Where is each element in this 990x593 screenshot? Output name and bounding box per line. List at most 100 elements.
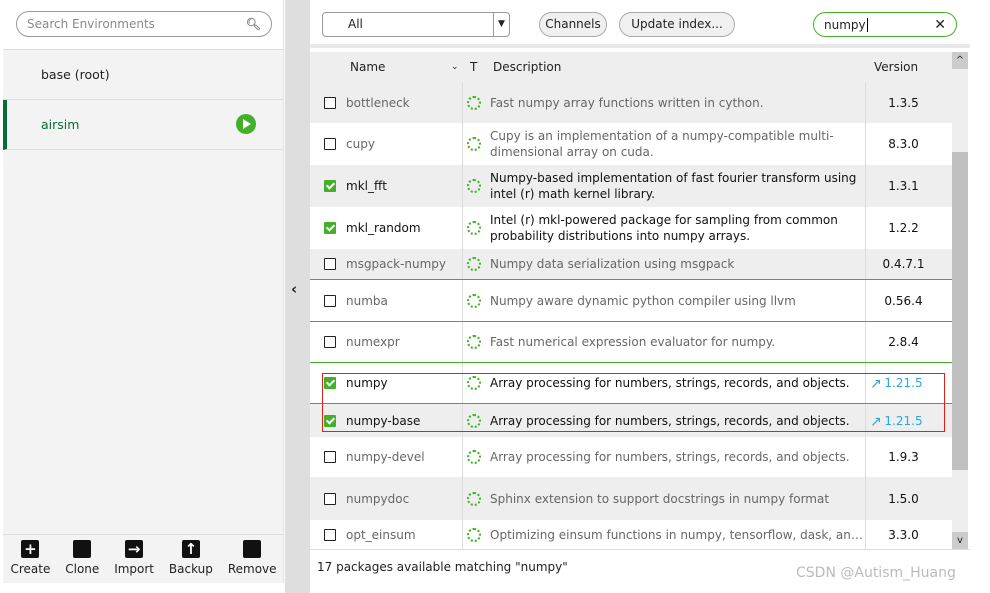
package-version: 2.8.4 xyxy=(888,335,919,349)
package-version: 3.3.0 xyxy=(888,527,919,542)
search-placeholder: Search Environments xyxy=(27,17,155,31)
filter-value: All xyxy=(348,17,363,31)
play-icon[interactable] xyxy=(236,114,256,134)
divider xyxy=(462,249,463,279)
sort-chevron-icon[interactable]: ⌄ xyxy=(451,62,459,72)
conda-type-icon xyxy=(467,95,481,110)
divider xyxy=(462,123,463,165)
upload-icon: ↑ xyxy=(181,540,200,558)
conda-type-icon xyxy=(467,257,481,271)
package-version: 1.9.3 xyxy=(888,450,919,464)
conda-type-icon xyxy=(467,179,481,193)
package-version: 1.5.0 xyxy=(888,491,919,506)
divider xyxy=(462,437,463,477)
packages-panel: All ▼ Channels Update index... numpy ✕ Nam… xyxy=(310,0,970,583)
conda-type-icon xyxy=(467,335,481,349)
package-version: 1.3.1 xyxy=(888,179,919,193)
divider xyxy=(462,477,463,520)
package-description: Numpy-based implementation of fast fouri… xyxy=(490,171,857,201)
conda-type-icon xyxy=(467,527,481,542)
search-icon: 🔍︎ xyxy=(245,17,261,31)
package-search-input[interactable]: numpy ✕ xyxy=(813,12,957,37)
package-description: Cupy is an implementation of a numpy-com… xyxy=(490,129,834,159)
package-checkbox[interactable] xyxy=(324,138,336,150)
remove-button[interactable]: Remove xyxy=(228,540,277,583)
chevron-left-icon[interactable]: ‹ xyxy=(291,280,297,298)
filter-select[interactable]: All ▼ xyxy=(322,12,510,37)
clone-button[interactable]: Clone xyxy=(65,540,99,583)
update-index-button[interactable]: Update index... xyxy=(619,12,735,37)
package-checkbox[interactable] xyxy=(324,528,336,541)
package-description: Numpy data serialization using msgpack xyxy=(490,257,735,271)
package-checkbox[interactable] xyxy=(324,294,336,307)
search-value: numpy xyxy=(824,17,868,32)
label: Clone xyxy=(65,562,100,576)
divider xyxy=(462,82,463,123)
conda-type-icon xyxy=(467,450,481,464)
package-checkbox[interactable] xyxy=(324,336,336,348)
col-description[interactable]: Description xyxy=(493,60,561,74)
package-checkbox[interactable] xyxy=(324,96,336,109)
watermark: CSDN @Autism_Huang xyxy=(796,565,956,581)
clear-icon[interactable]: ✕ xyxy=(934,17,946,33)
package-name: mkl_random xyxy=(346,221,421,235)
table-row[interactable]: numpy-devel Array processing for numbers… xyxy=(310,437,952,477)
table-row[interactable]: mkl_fft Numpy-based implementation of fa… xyxy=(310,165,952,207)
backup-button[interactable]: ↑ Backup xyxy=(169,540,213,583)
col-name[interactable]: Name xyxy=(350,60,385,74)
table-row[interactable]: bottleneck Fast numpy array functions wr… xyxy=(310,82,952,123)
env-item-base[interactable]: base (root) xyxy=(3,50,283,100)
package-description: Fast numerical expression evaluator for … xyxy=(490,335,776,349)
conda-type-icon xyxy=(467,221,481,235)
package-description: Array processing for numbers, strings, r… xyxy=(490,450,850,464)
package-name: bottleneck xyxy=(346,95,410,110)
package-checkbox[interactable] xyxy=(324,492,336,505)
trash-icon xyxy=(243,540,262,558)
table-row[interactable]: numba Numpy aware dynamic python compile… xyxy=(310,279,952,321)
highlight-box xyxy=(322,373,945,432)
package-description: Intel (r) mkl-powered package for sampli… xyxy=(490,213,838,243)
table-row[interactable]: mkl_random Intel (r) mkl-powered package… xyxy=(310,207,952,249)
package-name: opt_einsum xyxy=(346,527,416,542)
divider xyxy=(462,322,463,362)
package-table: bottleneck Fast numpy array functions wr… xyxy=(310,82,952,549)
package-name: cupy xyxy=(346,137,375,151)
table-row[interactable]: numexpr Fast numerical expression evalua… xyxy=(310,321,952,363)
plus-box-icon: + xyxy=(21,540,40,558)
scroll-down-icon[interactable]: v xyxy=(952,532,968,549)
table-header: Name ⌄ T Description Version xyxy=(310,52,952,82)
scrollbar[interactable]: ^ v xyxy=(952,52,968,549)
col-type[interactable]: T xyxy=(470,60,477,74)
env-name: airsim xyxy=(41,117,80,132)
package-checkbox[interactable] xyxy=(324,258,336,270)
table-row[interactable]: msgpack-numpy Numpy data serialization u… xyxy=(310,249,952,279)
import-button[interactable]: → Import xyxy=(114,540,154,583)
package-description: Fast numpy array functions written in cy… xyxy=(490,95,764,110)
table-row[interactable]: cupy Cupy is an implementation of a nump… xyxy=(310,123,952,165)
package-checkbox[interactable] xyxy=(324,451,336,463)
create-button[interactable]: + Create xyxy=(10,540,50,583)
package-description: Sphinx extension to support docstrings i… xyxy=(490,491,830,506)
package-version: 1.3.5 xyxy=(888,95,919,110)
package-checkbox[interactable] xyxy=(324,180,336,192)
label: Remove xyxy=(227,562,277,576)
import-icon: → xyxy=(125,540,144,558)
package-version: 8.3.0 xyxy=(888,137,919,151)
conda-type-icon xyxy=(467,137,481,151)
scroll-up-icon[interactable]: ^ xyxy=(952,52,968,69)
package-description: Numpy aware dynamic python compiler usin… xyxy=(490,293,796,308)
label: Import xyxy=(114,562,155,576)
package-name: numpydoc xyxy=(346,491,410,506)
splitter xyxy=(285,0,310,593)
col-version[interactable]: Version xyxy=(874,60,918,74)
channels-button[interactable]: Channels xyxy=(539,12,607,37)
environment-search-input[interactable]: Search Environments 🔍︎ xyxy=(16,11,272,37)
table-row[interactable]: numpydoc Sphinx extension to support doc… xyxy=(310,477,952,520)
package-name: numba xyxy=(346,293,388,308)
conda-type-icon xyxy=(467,293,481,308)
env-item-airsim[interactable]: airsim xyxy=(3,100,283,150)
scroll-thumb[interactable] xyxy=(952,152,968,470)
label: Backup xyxy=(168,562,213,576)
table-row[interactable]: opt_einsum Optimizing einsum functions i… xyxy=(310,520,952,549)
package-checkbox[interactable] xyxy=(324,222,336,234)
